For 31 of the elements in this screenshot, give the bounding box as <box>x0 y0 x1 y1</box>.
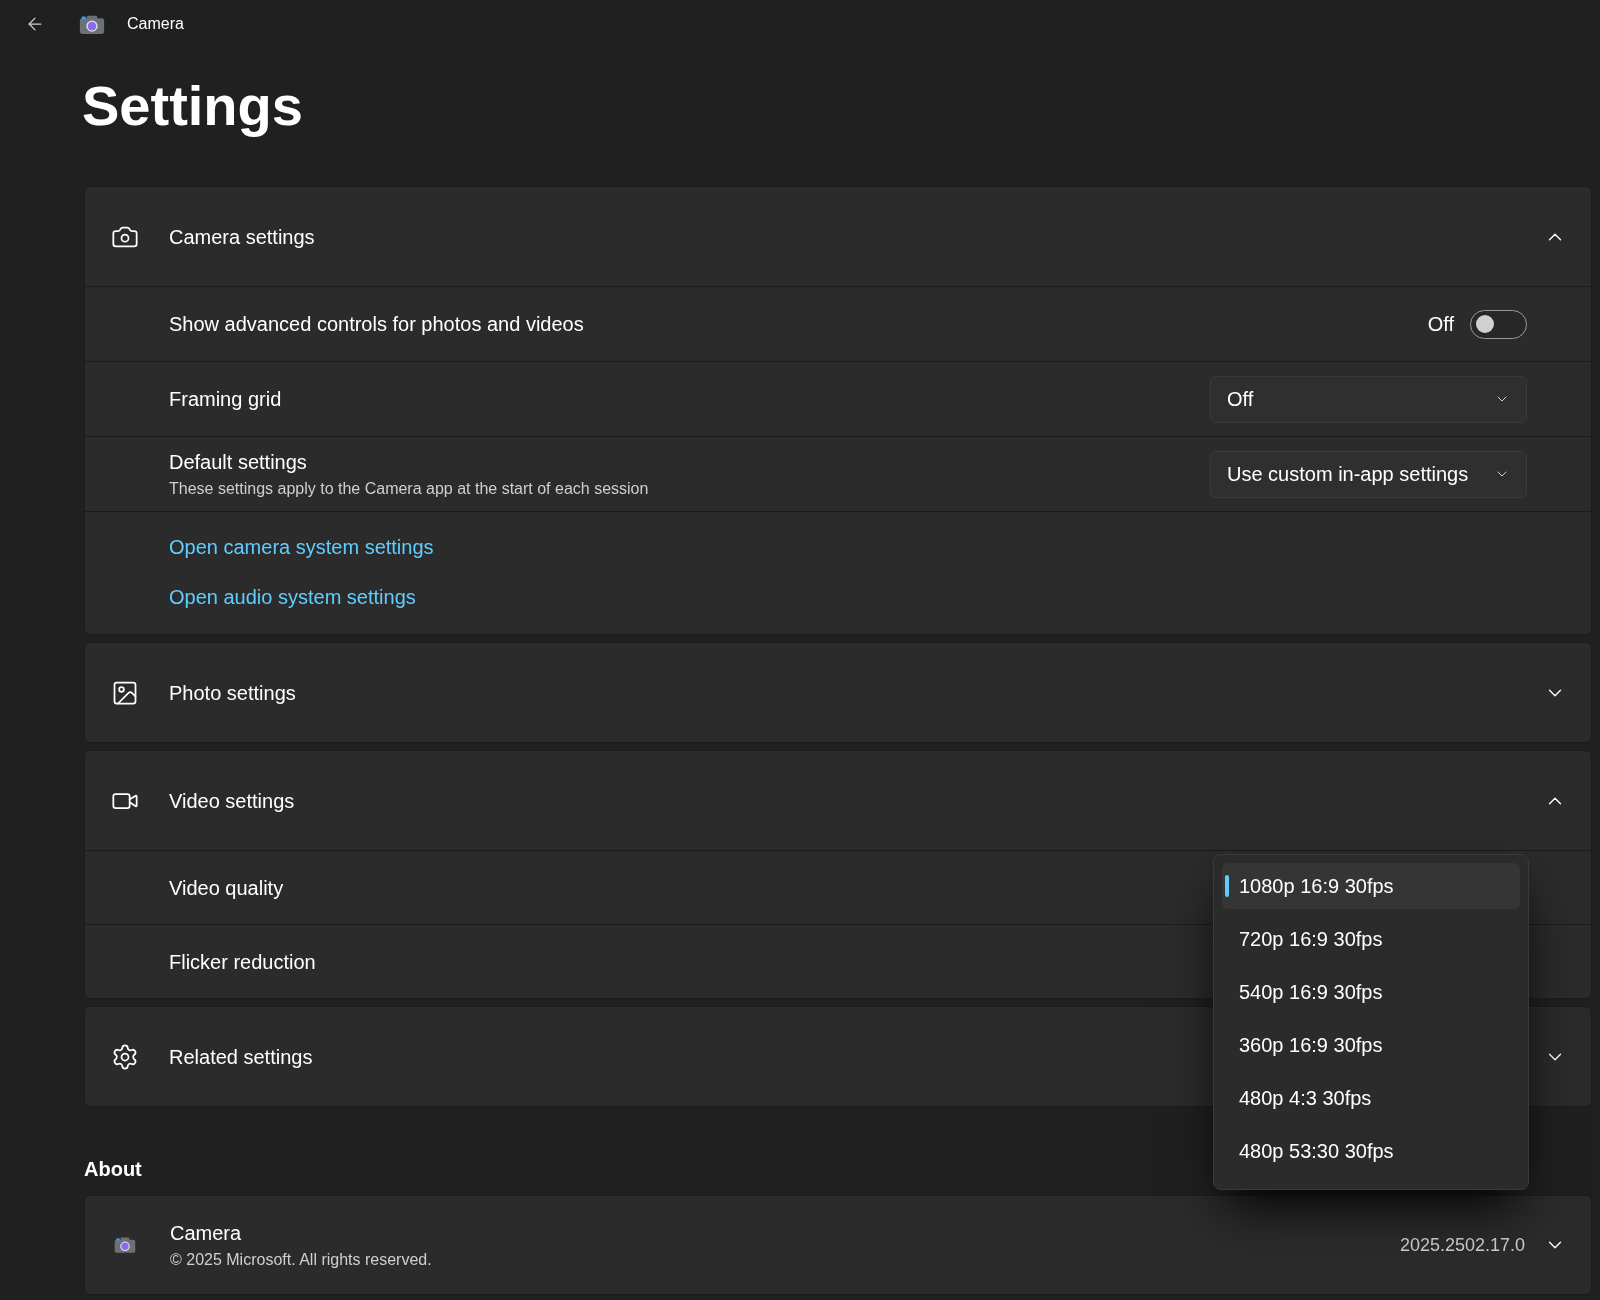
copyright-text: © 2025 Microsoft. All rights reserved. <box>170 1250 433 1270</box>
dropdown[interactable]: Use custom in-app settings <box>1210 450 1527 498</box>
dropdown[interactable]: Off <box>1210 375 1527 423</box>
setting-label: Framing grid <box>169 387 282 412</box>
link[interactable]: Open camera system settings <box>169 532 434 562</box>
section-title: Camera settings <box>169 224 315 250</box>
settings-icon <box>111 1042 139 1071</box>
setting-label: Show advanced controls for photos and videos <box>169 312 584 337</box>
section-title: Related settings <box>169 1044 313 1070</box>
dropdown-option[interactable]: 720p 16:9 30fps <box>1222 916 1520 962</box>
setting-description: These settings apply to the Camera app at the start of each session <box>169 479 649 499</box>
dropdown-option[interactable]: 360p 16:9 30fps <box>1222 1022 1520 1068</box>
section-title: Video settings <box>169 788 295 814</box>
version-text: 2025.2502.17.0 <box>1399 1233 1525 1257</box>
camera-app-icon <box>114 1236 136 1254</box>
setting-label: Flicker reduction <box>169 949 316 975</box>
dropdown-option[interactable]: 1080p 16:9 30fps <box>1222 863 1520 909</box>
dropdown-option[interactable]: 480p 53:30 30fps <box>1222 1128 1520 1174</box>
setting-label: Default settings <box>169 450 308 475</box>
setting-label: Video quality <box>169 875 284 901</box>
dropdown-option[interactable]: 480p 4:3 30fps <box>1222 1075 1520 1121</box>
window-title: Camera <box>127 14 184 34</box>
selection-indicator <box>1225 875 1229 897</box>
app-name: Camera <box>170 1221 243 1246</box>
toggle-state-label: Off <box>1427 312 1454 337</box>
section-heading: About <box>84 1157 143 1182</box>
toggle-switch[interactable] <box>1470 309 1527 339</box>
section-title: Photo settings <box>169 680 296 706</box>
link[interactable]: Open audio system settings <box>169 582 416 612</box>
camera-app-icon <box>79 13 105 35</box>
dropdown-option[interactable]: 540p 16:9 30fps <box>1222 969 1520 1015</box>
